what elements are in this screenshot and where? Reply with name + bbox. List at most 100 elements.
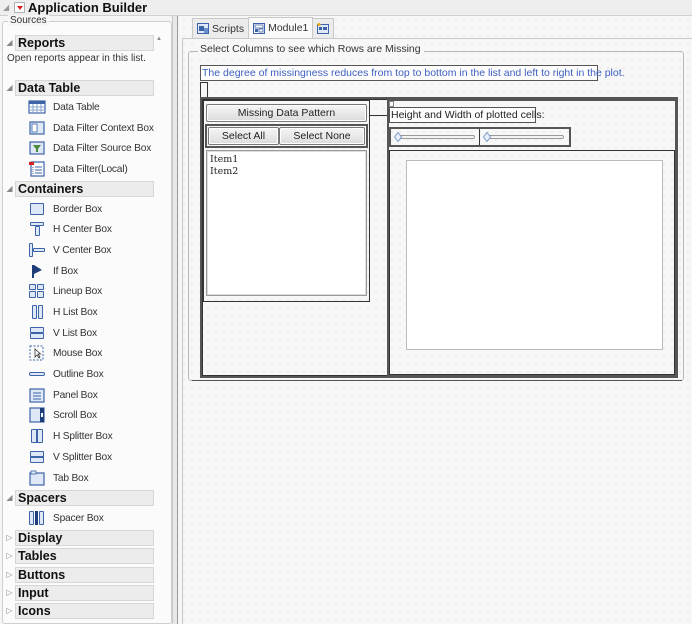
tab-box-icon — [28, 470, 46, 486]
section-header[interactable]: Data Table — [15, 79, 154, 96]
source-item-data-table[interactable]: Data Table — [28, 98, 100, 116]
tab-module1[interactable]: Module1 — [248, 17, 314, 38]
source-item-mouse-box[interactable]: Mouse Box — [28, 344, 102, 362]
panel-splitter[interactable] — [172, 16, 178, 624]
module-icon — [253, 22, 266, 34]
splitter-line — [370, 115, 387, 116]
scripts-icon — [197, 23, 209, 34]
expanded-triangle-icon[interactable]: ◢ — [4, 38, 15, 47]
mouse-box-icon — [28, 345, 46, 361]
new-module-icon — [317, 22, 330, 34]
spacer-box-icon — [28, 510, 46, 526]
tab-new-module[interactable] — [312, 18, 335, 38]
border-box-icon — [28, 201, 46, 217]
collapsed-triangle-icon[interactable]: ▷ — [4, 606, 15, 615]
collapsed-triangle-icon[interactable]: ▷ — [4, 533, 15, 542]
select-all-button[interactable]: Select All — [208, 127, 279, 145]
section-header[interactable]: Tables — [15, 547, 154, 564]
section-tables[interactable]: ▷ Tables — [4, 547, 154, 564]
panel-box-icon — [28, 387, 46, 403]
section-buttons[interactable]: ▷ Buttons — [4, 566, 154, 583]
disclosure-triangle-icon[interactable]: ◢ — [3, 3, 13, 13]
source-item-label: H Splitter Box — [53, 430, 113, 442]
missing-data-pattern-button[interactable]: Missing Data Pattern — [206, 104, 367, 122]
reports-note: Open reports appear in this list. — [7, 53, 146, 64]
source-item-border-box[interactable]: Border Box — [28, 200, 102, 218]
outline-bottom-border — [192, 380, 682, 381]
source-item-data-filter-context-box[interactable]: Data Filter Context Box — [28, 119, 154, 137]
slider-track — [486, 135, 564, 139]
height-slider[interactable] — [391, 130, 479, 144]
section-input[interactable]: ▷ Input — [4, 584, 154, 601]
section-containers[interactable]: ◢ Containers — [4, 180, 154, 197]
source-item-data-filter-source-box[interactable]: Data Filter Source Box — [28, 139, 151, 157]
design-canvas: Scripts Module1 Select Columns to see wh… — [180, 16, 692, 624]
expanded-triangle-icon[interactable]: ◢ — [4, 493, 15, 502]
source-item-panel-box[interactable]: Panel Box — [28, 386, 98, 404]
size-label[interactable]: Height and Width of plotted cells: — [389, 107, 545, 123]
slider-thumb[interactable] — [394, 132, 402, 142]
source-item-h-list-box[interactable]: H List Box — [28, 303, 98, 321]
data-filter-source-icon — [28, 140, 46, 156]
plot-area[interactable] — [406, 160, 663, 350]
expanded-triangle-icon[interactable]: ◢ — [4, 83, 15, 92]
column-list-box[interactable]: Item1 Item2 — [206, 150, 367, 296]
data-filter-local-icon — [28, 161, 46, 177]
app-title: Application Builder — [28, 0, 148, 15]
source-item-outline-box[interactable]: Outline Box — [28, 365, 104, 383]
section-spacers[interactable]: ◢ Spacers — [4, 489, 154, 506]
source-item-if-box[interactable]: If Box — [28, 262, 78, 280]
source-item-h-splitter-box[interactable]: H Splitter Box — [28, 427, 113, 445]
source-item-tab-box[interactable]: Tab Box — [28, 469, 89, 487]
scroll-box-icon — [28, 407, 46, 423]
list-item[interactable]: Item1 — [207, 154, 366, 166]
source-item-scroll-box[interactable]: Scroll Box — [28, 406, 97, 424]
v-center-box-icon — [28, 242, 46, 258]
description-text[interactable]: The degree of missingness reduces from t… — [200, 65, 625, 81]
width-slider[interactable] — [480, 130, 568, 144]
section-header[interactable]: Input — [15, 584, 154, 601]
section-header[interactable]: Containers — [15, 180, 154, 197]
section-display[interactable]: ▷ Display — [4, 529, 154, 546]
source-item-v-splitter-box[interactable]: V Splitter Box — [28, 448, 112, 466]
collapsed-triangle-icon[interactable]: ▷ — [4, 588, 15, 597]
source-item-lineup-box[interactable]: Lineup Box — [28, 282, 102, 300]
red-triangle-menu-icon[interactable] — [14, 2, 25, 13]
source-item-label: Tab Box — [53, 472, 89, 484]
select-none-button[interactable]: Select None — [279, 127, 365, 145]
app-header: ◢ Application Builder — [0, 0, 692, 16]
source-item-v-list-box[interactable]: V List Box — [28, 324, 97, 342]
source-item-label: Lineup Box — [53, 285, 102, 297]
source-item-label: Data Table — [53, 101, 100, 113]
collapsed-triangle-icon[interactable]: ▷ — [4, 570, 15, 579]
source-item-data-filter-local[interactable]: Data Filter(Local) — [28, 160, 128, 178]
collapsed-triangle-icon[interactable]: ▷ — [4, 551, 15, 560]
source-item-label: If Box — [53, 265, 78, 277]
list-item[interactable]: Item2 — [207, 166, 366, 178]
tab-label: Module1 — [268, 22, 309, 34]
source-item-label: Data Filter(Local) — [53, 163, 128, 175]
section-header[interactable]: Reports — [15, 34, 154, 51]
section-data-table[interactable]: ◢ Data Table — [4, 79, 154, 96]
section-header[interactable]: Buttons — [15, 566, 154, 583]
slider-track — [397, 135, 475, 139]
scroll-up-arrow-icon[interactable]: ▲ — [156, 36, 162, 42]
module-tabs: Scripts Module1 — [192, 17, 335, 38]
source-item-v-center-box[interactable]: V Center Box — [28, 241, 111, 259]
source-item-label: Data Filter Source Box — [53, 142, 152, 154]
spacer-frame[interactable] — [200, 82, 208, 98]
section-header[interactable]: Display — [15, 529, 154, 546]
outline-box-icon — [28, 366, 46, 382]
slider-thumb[interactable] — [483, 132, 491, 142]
source-item-spacer-box[interactable]: Spacer Box — [28, 509, 104, 527]
source-item-h-center-box[interactable]: H Center Box — [28, 220, 112, 238]
tab-scripts[interactable]: Scripts — [192, 18, 250, 38]
section-reports[interactable]: ◢ Reports — [4, 34, 154, 51]
section-icons[interactable]: ▷ Icons — [4, 602, 154, 619]
section-header[interactable]: Spacers — [15, 489, 154, 506]
v-list-box-icon — [28, 325, 46, 341]
source-item-label: V List Box — [53, 327, 97, 339]
section-header[interactable]: Icons — [15, 602, 154, 619]
expanded-triangle-icon[interactable]: ◢ — [4, 184, 15, 193]
source-item-label: V Splitter Box — [53, 451, 112, 463]
